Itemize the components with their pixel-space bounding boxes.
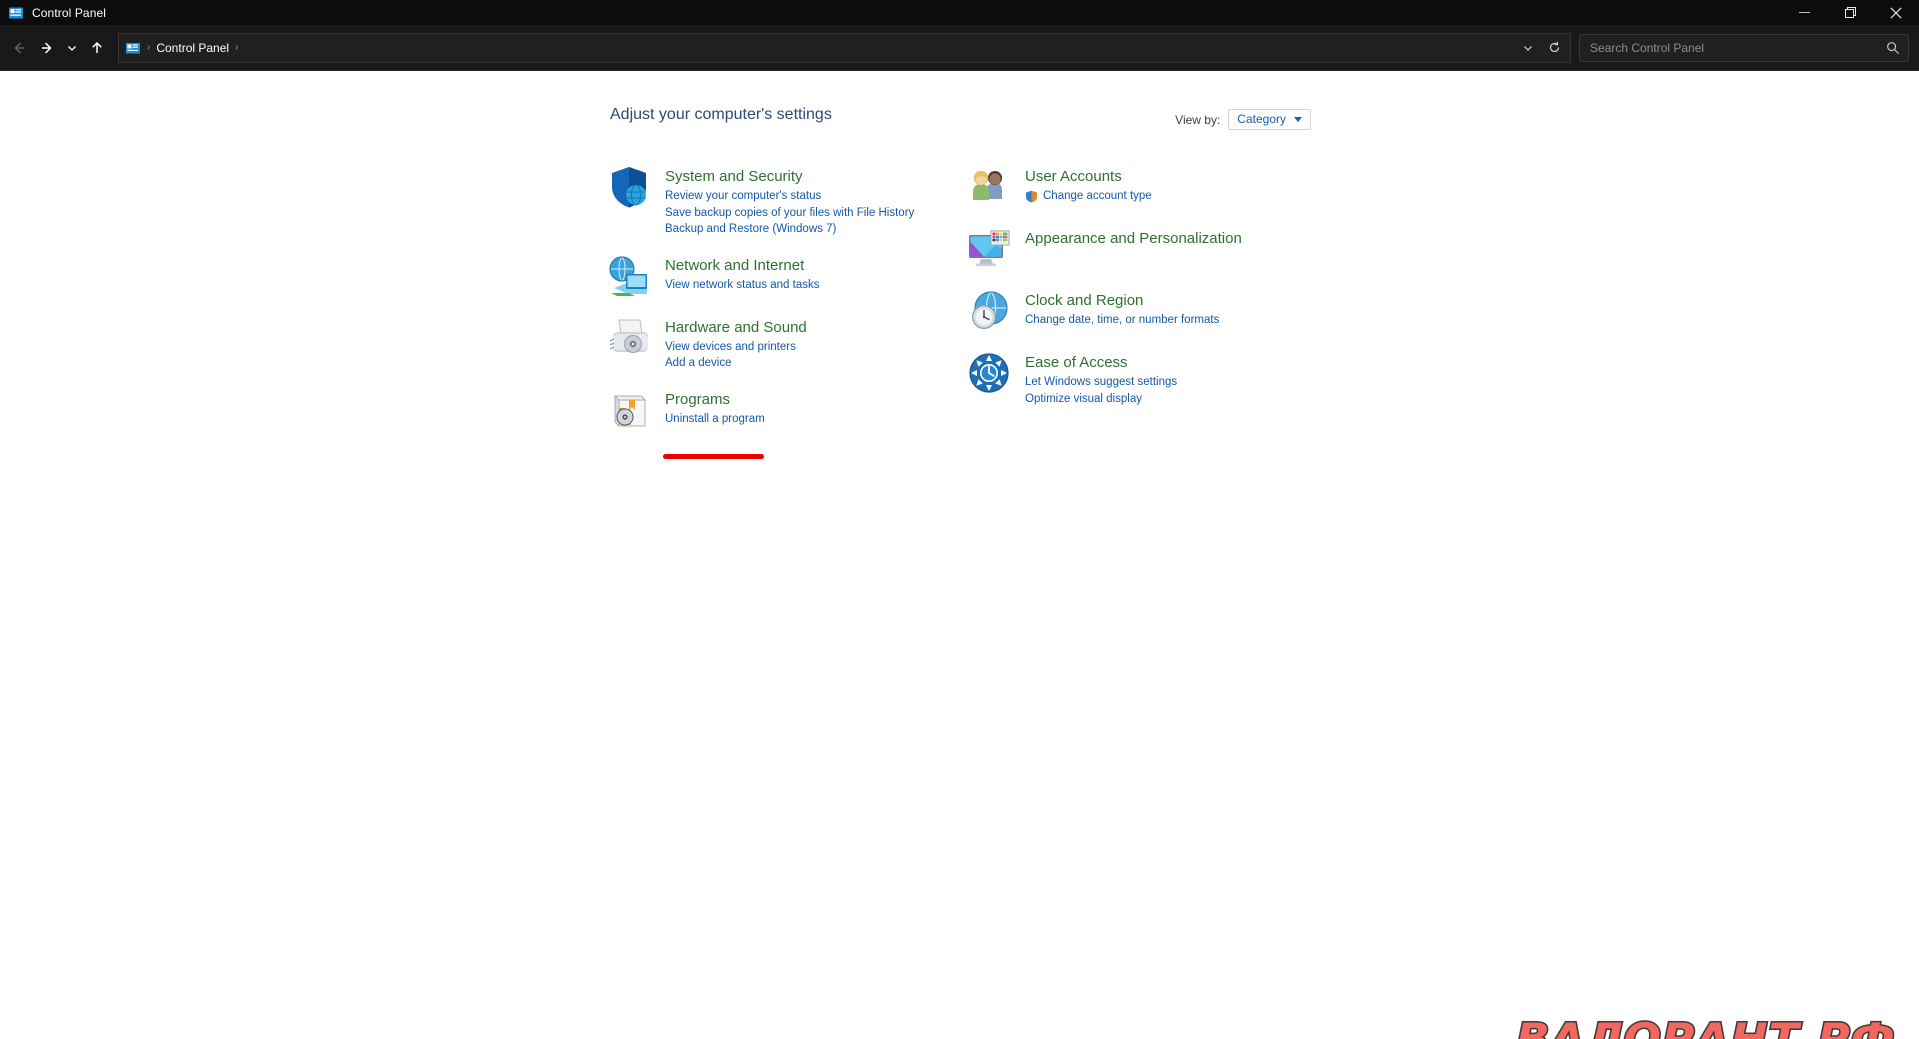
category-column-right: User Accounts Change account type Appear…	[965, 163, 1305, 421]
category-title-link[interactable]: Ease of Access	[1025, 353, 1177, 372]
view-by-control: View by: Category	[1175, 109, 1311, 130]
network-globe-icon	[605, 252, 653, 300]
title-bar: Control Panel	[0, 0, 1919, 25]
view-by-value: Category	[1237, 112, 1286, 126]
category-programs: Programs Uninstall a program	[605, 386, 935, 434]
red-underline-annotation	[663, 454, 764, 459]
category-body: Appearance and Personalization	[1025, 225, 1242, 273]
category-clock-and-region: Clock and Region Change date, time, or n…	[965, 287, 1305, 335]
control-panel-icon	[8, 5, 24, 21]
category-sublink-label: Change account type	[1043, 190, 1152, 202]
printer-icon	[605, 314, 653, 362]
search-box[interactable]	[1579, 33, 1909, 62]
category-system-and-security: System and Security Review your computer…	[605, 163, 935, 238]
category-title-link[interactable]: Programs	[665, 390, 765, 409]
uac-shield-icon	[1025, 190, 1038, 203]
breadcrumb[interactable]: › Control Panel ›	[119, 40, 1516, 56]
category-hardware-and-sound: Hardware and Sound View devices and prin…	[605, 314, 935, 372]
search-icon[interactable]	[1886, 41, 1900, 55]
category-body: System and Security Review your computer…	[665, 163, 914, 238]
window-title: Control Panel	[32, 5, 107, 20]
category-sublink[interactable]: Uninstall a program	[665, 411, 765, 428]
category-title-link[interactable]: User Accounts	[1025, 167, 1152, 186]
breadcrumb-item-control-panel[interactable]: Control Panel	[156, 41, 229, 55]
category-body: Network and Internet View network status…	[665, 252, 819, 300]
chevron-down-icon	[1294, 116, 1302, 122]
clock-globe-icon	[965, 287, 1013, 335]
refresh-icon[interactable]	[1542, 36, 1566, 60]
view-by-label: View by:	[1175, 112, 1221, 127]
programs-box-icon	[605, 386, 653, 434]
address-chevron-down-icon[interactable]	[1516, 36, 1540, 60]
forward-arrow-icon[interactable]	[34, 34, 60, 62]
category-title-link[interactable]: System and Security	[665, 167, 914, 186]
category-title-link[interactable]: Clock and Region	[1025, 291, 1219, 310]
close-icon[interactable]	[1873, 0, 1919, 25]
category-body: Clock and Region Change date, time, or n…	[1025, 287, 1219, 335]
category-sublink[interactable]: Save backup copies of your files with Fi…	[665, 205, 914, 222]
category-body: User Accounts Change account type	[1025, 163, 1152, 211]
recent-locations-chevron-down-icon[interactable]	[62, 34, 82, 62]
address-bar-actions	[1516, 36, 1570, 60]
category-title-link[interactable]: Appearance and Personalization	[1025, 229, 1242, 248]
breadcrumb-separator-1: ›	[147, 41, 151, 53]
users-icon	[965, 163, 1013, 211]
category-sublink[interactable]: View devices and printers	[665, 339, 796, 356]
ease-of-access-icon	[965, 349, 1013, 397]
category-appearance-and-personalization: Appearance and Personalization	[965, 225, 1305, 273]
maximize-icon[interactable]	[1827, 0, 1873, 25]
content-area: Adjust your computer's settings View by:…	[0, 71, 1919, 1039]
category-title-link[interactable]: Hardware and Sound	[665, 318, 807, 337]
navigation-bar: › Control Panel ›	[0, 25, 1919, 71]
category-sublink[interactable]: Review your computer's status	[665, 188, 821, 205]
category-body: Programs Uninstall a program	[665, 386, 765, 434]
watermark: ВАЛОРАНТ.РФ	[1514, 1013, 1896, 1039]
category-title-link[interactable]: Network and Internet	[665, 256, 819, 275]
search-input[interactable]	[1588, 39, 1886, 56]
category-body: Hardware and Sound View devices and prin…	[665, 314, 807, 372]
nav-buttons	[0, 34, 110, 62]
category-column-left: System and Security Review your computer…	[605, 163, 935, 448]
category-ease-of-access: Ease of Access Let Windows suggest setti…	[965, 349, 1305, 407]
category-network-and-internet: Network and Internet View network status…	[605, 252, 935, 300]
category-sublink[interactable]: Backup and Restore (Windows 7)	[665, 221, 836, 238]
category-body: Ease of Access Let Windows suggest setti…	[1025, 349, 1177, 407]
category-sublink[interactable]: Let Windows suggest settings	[1025, 374, 1177, 391]
category-sublink[interactable]: Optimize visual display	[1025, 391, 1142, 408]
category-sublink[interactable]: View network status and tasks	[665, 277, 819, 294]
title-bar-left: Control Panel	[0, 5, 106, 21]
breadcrumb-separator-2[interactable]: ›	[233, 42, 240, 53]
up-arrow-icon[interactable]	[84, 34, 110, 62]
category-sublink[interactable]: Add a device	[665, 355, 732, 372]
monitor-palette-icon	[965, 225, 1013, 273]
window-controls	[1781, 0, 1919, 25]
shield-icon	[605, 163, 653, 211]
view-by-dropdown[interactable]: Category	[1228, 109, 1311, 130]
minimize-icon[interactable]	[1781, 0, 1827, 25]
back-arrow-icon[interactable]	[6, 34, 32, 62]
page-title: Adjust your computer's settings	[610, 106, 832, 123]
address-bar[interactable]: › Control Panel ›	[118, 32, 1571, 63]
breadcrumb-control-panel-icon[interactable]	[125, 40, 141, 56]
category-sublink[interactable]: Change date, time, or number formats	[1025, 312, 1219, 329]
category-sublink[interactable]: Change account type	[1025, 188, 1152, 205]
category-user-accounts: User Accounts Change account type	[965, 163, 1305, 211]
